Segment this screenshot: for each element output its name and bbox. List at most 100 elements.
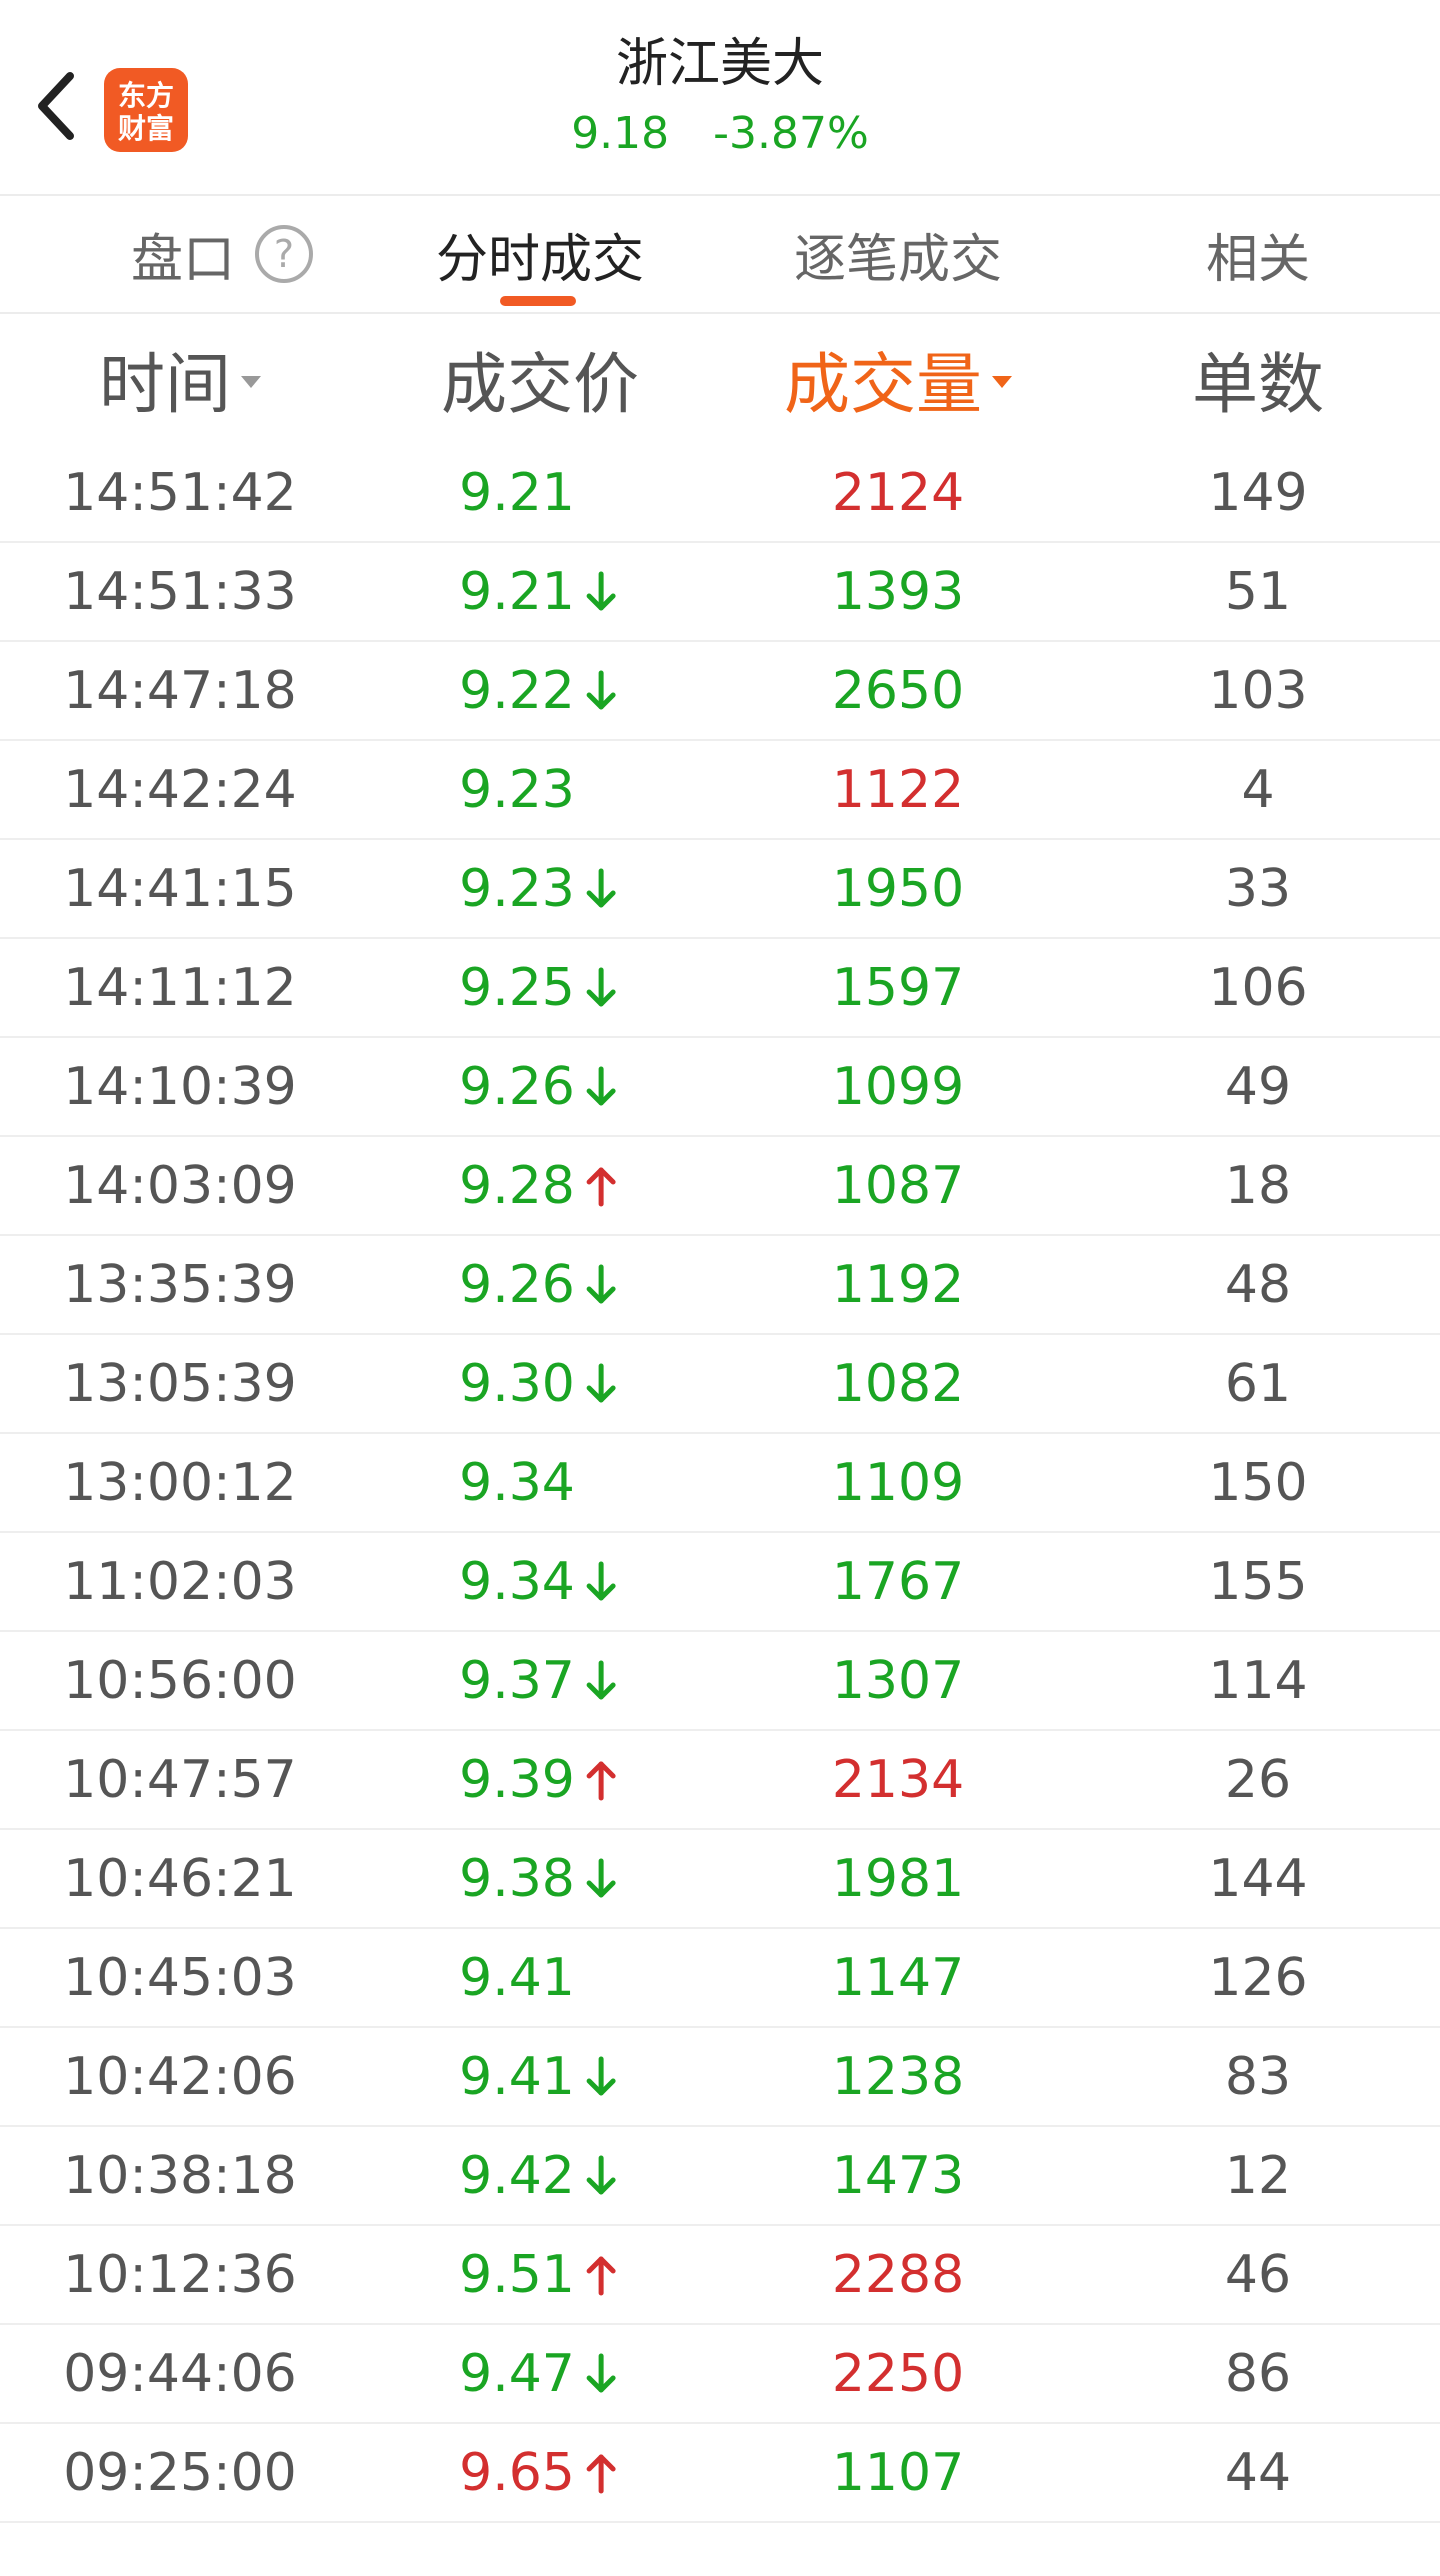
trade-list: 14:51:42 9.21 2124 149 14:51:33 9.21 1393 51 14:…: [0, 444, 1440, 2523]
arrow-down-icon: [581, 665, 621, 717]
trade-count: 103: [1208, 660, 1308, 721]
trade-price: 9.41: [459, 1947, 575, 2008]
table-row[interactable]: 10:38:18 9.42 1473 12: [0, 2127, 1440, 2226]
tab-related[interactable]: 相关: [1206, 196, 1310, 312]
table-row[interactable]: 10:42:06 9.41 1238 83: [0, 2028, 1440, 2127]
arrow-down-icon: [581, 1259, 621, 1311]
trade-price-cell: 9.38: [459, 1830, 621, 1927]
column-header-count-label: 单数: [1192, 346, 1324, 423]
tab-zhubi-label: 逐笔成交: [793, 229, 1003, 290]
trade-price-cell: 9.22: [459, 642, 621, 739]
table-row[interactable]: 09:44:06 9.47 2250 86: [0, 2325, 1440, 2424]
trade-count: 12: [1224, 2145, 1292, 2206]
trade-volume: 1192: [831, 1254, 965, 1315]
trade-price: 9.65: [459, 2442, 575, 2503]
trade-volume: 1238: [831, 2046, 965, 2107]
trade-price-cell: 9.34: [459, 1533, 621, 1630]
column-header-count: 单数: [1192, 314, 1324, 444]
trade-volume: 1767: [831, 1551, 965, 1612]
trade-time: 11:02:03: [63, 1551, 297, 1612]
trade-price-cell: 9.51: [459, 2226, 621, 2323]
trade-price: 9.21: [459, 561, 575, 622]
trade-price-cell: 9.26: [459, 1236, 621, 1333]
table-row[interactable]: 10:46:21 9.38 1981 144: [0, 1830, 1440, 1929]
tab-related-label: 相关: [1205, 229, 1311, 290]
trade-price: 9.25: [459, 957, 575, 1018]
table-row[interactable]: 14:41:15 9.23 1950 33: [0, 840, 1440, 939]
trade-time: 13:00:12: [63, 1452, 297, 1513]
top-bar: 东方 财富 浙江美大 9.18 -3.87%: [0, 0, 1440, 196]
trade-price-cell: 9.21: [459, 543, 621, 640]
trade-time: 14:03:09: [63, 1155, 297, 1216]
arrow-down-icon: [581, 2051, 621, 2103]
trade-time: 09:25:00: [63, 2442, 297, 2503]
trade-count: 126: [1208, 1947, 1308, 2008]
table-row[interactable]: 14:11:12 9.25 1597 106: [0, 939, 1440, 1038]
table-row[interactable]: 10:56:00 9.37 1307 114: [0, 1632, 1440, 1731]
tab-fenshi[interactable]: 分时成交: [436, 196, 644, 312]
trade-count: 149: [1208, 462, 1308, 523]
trade-time: 13:05:39: [63, 1353, 297, 1414]
trade-volume: 1122: [831, 759, 965, 820]
trade-price: 9.42: [459, 2145, 575, 2206]
table-row[interactable]: 13:35:39 9.26 1192 48: [0, 1236, 1440, 1335]
tab-fenshi-label: 分时成交: [435, 229, 645, 290]
trade-count: 106: [1208, 957, 1308, 1018]
column-header-volume[interactable]: 成交量: [784, 314, 1012, 444]
trade-volume: 1109: [831, 1452, 965, 1513]
table-row[interactable]: 09:25:00 9.65 1107 44: [0, 2424, 1440, 2523]
trade-price: 9.26: [459, 1254, 575, 1315]
tab-zhubi[interactable]: 逐笔成交: [794, 196, 1002, 312]
column-header-time[interactable]: 时间: [99, 314, 261, 444]
trade-count: 4: [1241, 759, 1275, 820]
change-percent: -3.87%: [713, 108, 869, 159]
table-row[interactable]: 14:10:39 9.26 1099 49: [0, 1038, 1440, 1137]
table-row[interactable]: 14:47:18 9.22 2650 103: [0, 642, 1440, 741]
table-row[interactable]: 13:05:39 9.30 1082 61: [0, 1335, 1440, 1434]
table-row[interactable]: 14:51:42 9.21 2124 149: [0, 444, 1440, 543]
trade-time: 14:51:42: [63, 462, 297, 523]
table-row[interactable]: 14:42:24 9.23 1122 4: [0, 741, 1440, 840]
tab-pankou[interactable]: 盘口 ?: [130, 196, 314, 312]
trade-price-cell: 9.23: [459, 840, 621, 937]
trade-price: 9.30: [459, 1353, 575, 1414]
trade-time: 14:47:18: [63, 660, 297, 721]
trade-volume: 1082: [831, 1353, 965, 1414]
table-row[interactable]: 10:12:36 9.51 2288 46: [0, 2226, 1440, 2325]
trade-price-cell: 9.47: [459, 2325, 621, 2422]
column-header-volume-label: 成交量: [784, 346, 982, 423]
trade-price: 9.28: [459, 1155, 575, 1216]
tab-pankou-label: 盘口: [130, 229, 236, 290]
sort-caret-icon: [992, 376, 1012, 388]
table-row[interactable]: 14:51:33 9.21 1393 51: [0, 543, 1440, 642]
column-header-price: 成交价: [441, 314, 639, 444]
table-row[interactable]: 13:00:12 9.34 1109 150: [0, 1434, 1440, 1533]
table-row[interactable]: 14:03:09 9.28 1087 18: [0, 1137, 1440, 1236]
trade-price: 9.22: [459, 660, 575, 721]
arrow-up-icon: [581, 2447, 621, 2499]
trade-count: 150: [1208, 1452, 1308, 1513]
trade-count: 44: [1224, 2442, 1292, 2503]
trade-volume: 2250: [831, 2343, 965, 2404]
arrow-down-icon: [581, 1358, 621, 1410]
trade-price-cell: 9.21: [459, 444, 621, 541]
trade-price: 9.34: [459, 1452, 575, 1513]
table-row[interactable]: 10:47:57 9.39 2134 26: [0, 1731, 1440, 1830]
trade-count: 61: [1224, 1353, 1292, 1414]
table-row[interactable]: 10:45:03 9.41 1147 126: [0, 1929, 1440, 2028]
arrow-down-icon: [581, 2150, 621, 2202]
table-row[interactable]: 11:02:03 9.34 1767 155: [0, 1533, 1440, 1632]
column-header-price-label: 成交价: [441, 346, 639, 423]
trade-price: 9.41: [459, 2046, 575, 2107]
trade-time: 14:41:15: [63, 858, 297, 919]
trade-volume: 2288: [831, 2244, 965, 2305]
trade-time: 10:56:00: [63, 1650, 297, 1711]
trade-time: 14:51:33: [63, 561, 297, 622]
sort-caret-icon: [241, 376, 261, 388]
trade-price: 9.39: [459, 1749, 575, 1810]
question-circle-icon[interactable]: ?: [255, 225, 314, 283]
arrow-down-icon: [581, 962, 621, 1014]
arrow-down-icon: [581, 1061, 621, 1113]
trade-price-cell: 9.25: [459, 939, 621, 1036]
trade-volume: 1099: [831, 1056, 965, 1117]
